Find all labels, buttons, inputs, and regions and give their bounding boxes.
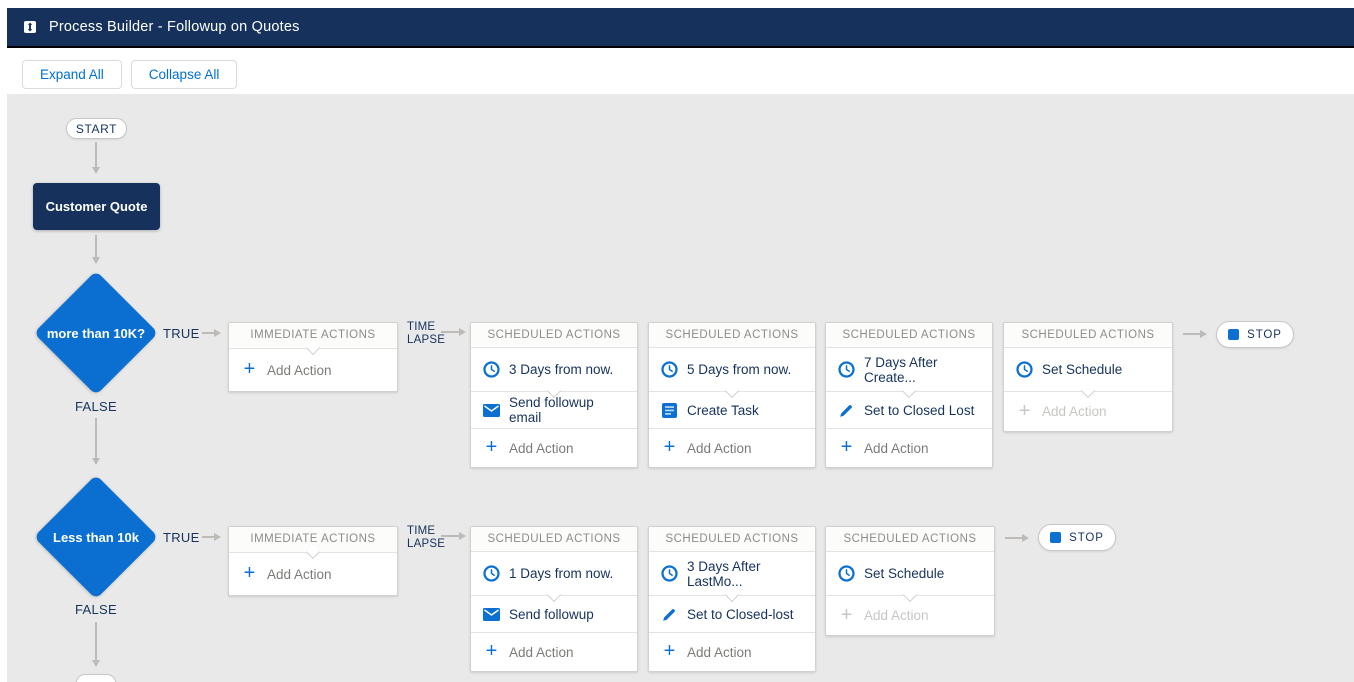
add-action-button[interactable]: + Add Action [229,553,397,595]
toolbar: Expand All Collapse All [22,60,238,89]
pencil-icon [838,403,855,418]
immediate-actions-box: IMMEDIATE ACTIONS + Add Action [228,526,398,596]
connector-arrow [92,142,100,174]
clock-icon [838,361,855,378]
separator [229,544,397,560]
plus-icon: + [243,358,256,380]
add-action-button[interactable]: + Add Action [229,349,397,391]
process-builder-icon [24,21,36,33]
separator [649,587,815,603]
stop-icon [1050,532,1062,543]
connector-arrow [441,532,466,540]
separator [471,632,637,633]
clock-icon [483,361,500,378]
scheduled-actions-box: SCHEDULED ACTIONS Set Schedule + Add Act… [1003,322,1173,432]
partial-node [76,674,116,682]
plus-icon: + [485,436,498,458]
connector-arrow [1183,330,1207,338]
connector-arrow [92,418,100,465]
plus-icon: + [840,603,853,626]
time-lapse-label: TIME LAPSE [407,321,446,346]
stop-icon [1228,329,1240,340]
connector-arrow [202,329,221,337]
plus-icon: + [840,436,853,458]
stop-node: STOP [1038,524,1116,551]
scheduled-actions-header: SCHEDULED ACTIONS [826,323,992,348]
time-lapse-label: TIME LAPSE [407,525,446,550]
separator [471,428,637,429]
scheduled-actions-box: SCHEDULED ACTIONS 3 Days from now. Send … [470,322,638,468]
plus-icon: + [243,562,256,584]
connector-arrow [92,622,100,667]
false-label: FALSE [75,602,117,617]
add-action-button[interactable]: + Add Action [649,633,815,671]
add-action-button[interactable]: + Add Action [826,429,992,467]
start-node[interactable]: START [66,118,127,139]
scheduled-actions-box: SCHEDULED ACTIONS 7 Days After Create...… [825,322,993,468]
clock-icon [483,565,500,582]
separator [229,340,397,356]
stop-node: STOP [1216,321,1294,348]
add-action-button[interactable]: + Add Action [649,429,815,467]
false-label: FALSE [75,399,117,414]
task-icon [661,402,678,418]
email-icon [483,607,500,621]
scheduled-actions-header: SCHEDULED ACTIONS [649,527,815,552]
separator [471,383,637,399]
scheduled-actions-header: SCHEDULED ACTIONS [471,323,637,348]
plus-icon: + [663,640,676,662]
page-title: Process Builder - Followup on Quotes [49,19,300,35]
separator [1004,383,1172,399]
process-builder-header: Process Builder - Followup on Quotes [7,8,1354,48]
separator [649,632,815,633]
clock-icon [1016,361,1033,378]
expand-all-button[interactable]: Expand All [22,60,122,89]
add-action-button[interactable]: + Add Action [471,633,637,671]
criteria-diamond[interactable]: Less than 10k [33,474,159,600]
criteria-diamond[interactable]: more than 10K? [33,270,159,396]
scheduled-actions-box: SCHEDULED ACTIONS 3 Days After LastMo...… [648,526,816,672]
process-canvas: START Customer Quote more than 10K? TRUE… [7,94,1354,682]
connector-arrow [1005,534,1029,542]
clock-icon [838,565,855,582]
clock-icon [661,565,678,582]
separator [649,428,815,429]
scheduled-actions-header: SCHEDULED ACTIONS [471,527,637,552]
plus-icon: + [485,640,498,662]
true-label: TRUE [163,326,200,341]
separator [826,587,994,603]
separator [649,383,815,399]
add-action-button[interactable]: + Add Action [471,429,637,467]
pencil-icon [661,607,678,622]
collapse-all-button[interactable]: Collapse All [130,60,238,89]
immediate-actions-box: IMMEDIATE ACTIONS + Add Action [228,322,398,392]
scheduled-actions-box: SCHEDULED ACTIONS 1 Days from now. Send … [470,526,638,672]
separator [471,587,637,603]
email-icon [483,403,500,417]
separator [826,428,992,429]
plus-icon: + [1018,399,1031,422]
connector-arrow [92,235,100,264]
clock-icon [661,361,678,378]
connector-arrow [202,533,221,541]
scheduled-actions-header: SCHEDULED ACTIONS [1004,323,1172,348]
separator [826,383,992,399]
plus-icon: + [663,436,676,458]
scheduled-actions-header: SCHEDULED ACTIONS [826,527,994,552]
true-label: TRUE [163,530,200,545]
scheduled-actions-box: SCHEDULED ACTIONS Set Schedule + Add Act… [825,526,995,636]
trigger-node[interactable]: Customer Quote [33,183,160,230]
scheduled-actions-header: SCHEDULED ACTIONS [649,323,815,348]
connector-arrow [441,328,466,336]
scheduled-actions-box: SCHEDULED ACTIONS 5 Days from now. Creat… [648,322,816,468]
